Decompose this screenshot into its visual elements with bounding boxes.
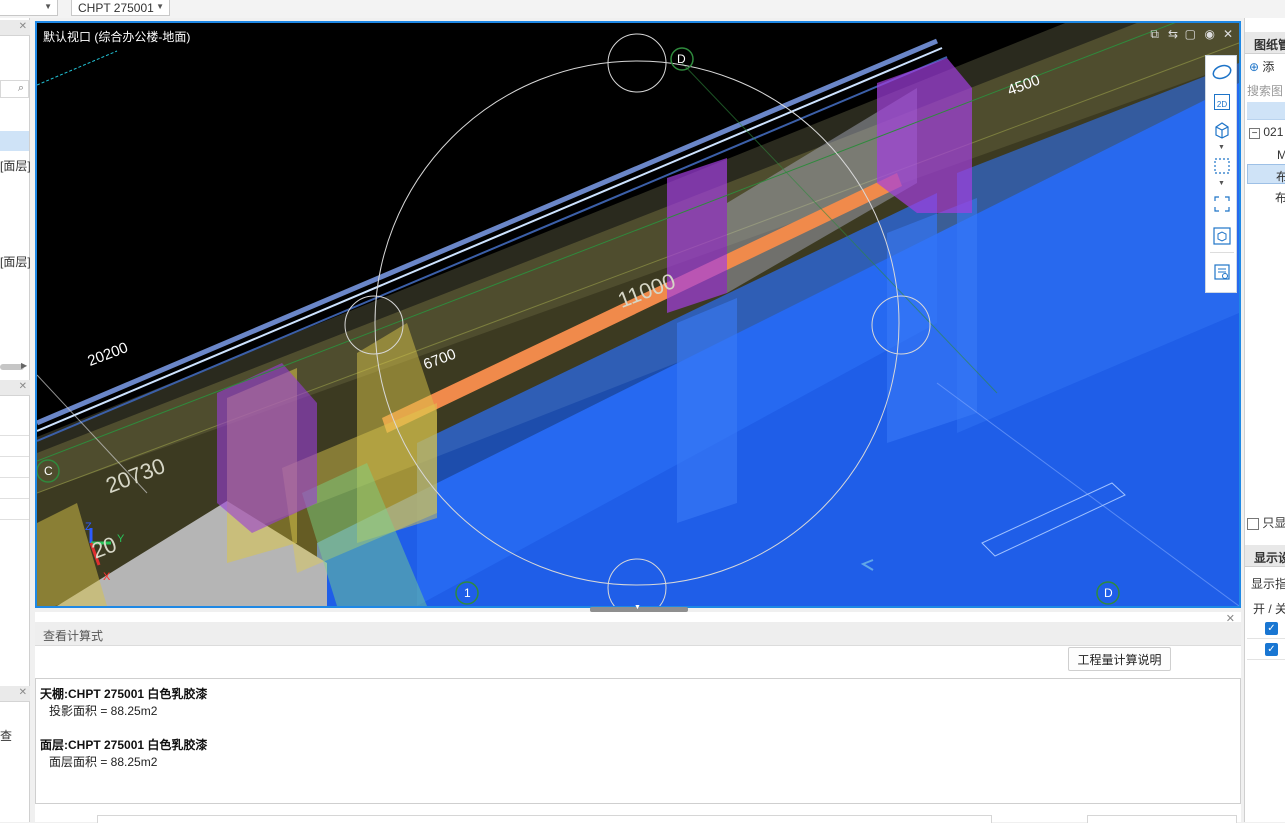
close-icon[interactable]: ✕ xyxy=(1223,27,1233,41)
gizmo-label-z: Z xyxy=(85,521,92,533)
left-panel-header-3: ✕ xyxy=(0,686,30,702)
right-panel: 图纸管 ⊕ 添 搜索图 − 021 M 布 布 只显 显示设 显示指 开 / 关… xyxy=(1244,18,1285,822)
only-show-label: 只显 xyxy=(1262,516,1285,530)
display-row-1: ✓ xyxy=(1247,618,1285,639)
purple-column-3 xyxy=(217,363,317,533)
tree-node-selected[interactable]: 布 xyxy=(1247,164,1285,184)
formula-title: 面层:CHPT 275001 白色乳胶漆 xyxy=(40,738,208,752)
display-settings-header: 显示设 xyxy=(1245,545,1285,567)
formula-line: 面层面积 = 88.25m2 xyxy=(49,755,158,769)
chevron-down-icon[interactable]: ▼ xyxy=(1218,180,1225,187)
tree-node-m[interactable]: M xyxy=(1277,148,1285,162)
formula-spacer xyxy=(40,719,1236,736)
gizmo-label-x: X xyxy=(103,571,111,583)
toolbar-divider xyxy=(1210,252,1234,253)
selected-tree-row[interactable] xyxy=(0,131,29,151)
calc-explanation-button[interactable]: 工程量计算说明 xyxy=(1068,647,1171,671)
orbit-icon[interactable] xyxy=(1210,60,1234,84)
chevron-down-icon[interactable]: ▼ xyxy=(1218,144,1225,151)
2d-view-icon[interactable]: 2D xyxy=(1210,90,1234,114)
blue-column-2 xyxy=(887,198,977,443)
left-search-input[interactable]: ⌕ xyxy=(0,80,29,98)
view-toolbar: 2D ▼ ▼ xyxy=(1205,55,1237,293)
axis-label-c: C xyxy=(44,464,53,478)
formula-content: 天棚:CHPT 275001 白色乳胶漆 投影面积 = 88.25m2 面层:C… xyxy=(35,678,1241,804)
left-grid xyxy=(0,415,29,539)
close-icon[interactable]: ✕ xyxy=(19,21,27,32)
selection-box-icon[interactable] xyxy=(1210,154,1234,178)
search-icon: ⌕ xyxy=(17,82,24,94)
close-icon[interactable]: ✕ xyxy=(1226,612,1235,625)
cube-view-icon[interactable] xyxy=(1210,224,1234,248)
formula-line: 投影面积 = 88.25m2 xyxy=(49,704,158,718)
add-icon: ⊕ xyxy=(1249,60,1260,74)
blue-column xyxy=(677,298,737,523)
chevron-down-icon[interactable]: ▼ xyxy=(634,604,641,611)
left-panel-header: ✕ xyxy=(0,20,30,36)
viewport-title: 默认视口 (综合办公楼-地面) xyxy=(43,30,191,44)
component-combo-value: CHPT 275001 xyxy=(78,1,154,15)
left-panel: ✕ ⌕ [面层] [面层] ▶ ✕ ✕ 查 xyxy=(0,18,31,822)
close-icon[interactable]: ✕ xyxy=(19,687,27,698)
drawing-manager-header: 图纸管 xyxy=(1245,32,1285,54)
left-item-2[interactable]: [面层] xyxy=(0,253,31,270)
formula-panel-title: 查看计算式 xyxy=(43,629,104,643)
axis-label-d-bottom: D xyxy=(1104,586,1113,600)
chevron-down-icon: ▼ xyxy=(156,2,164,11)
3d-box-icon[interactable] xyxy=(1210,118,1234,142)
view-handle-top[interactable] xyxy=(607,33,667,93)
drawing-search-input[interactable]: 搜索图 xyxy=(1247,82,1283,99)
toggle-column-header: 开 / 关 xyxy=(1253,602,1285,616)
display-row-2: ✓ xyxy=(1247,639,1285,660)
left-panel-header-2: ✕ xyxy=(0,380,30,396)
formula-title: 天棚:CHPT 275001 白色乳胶漆 xyxy=(40,687,208,701)
left-item-1[interactable]: [面层] xyxy=(0,157,31,174)
formula-panel: 查看计算式 ✕ 工程量计算说明 天棚:CHPT 275001 白色乳胶漆 投影面… xyxy=(35,612,1241,823)
maximize-icon[interactable]: ▢ xyxy=(1185,27,1196,41)
collapse-icon[interactable]: − xyxy=(1249,128,1260,139)
top-toolbar: ▼ CHPT 275001 ▼ xyxy=(0,0,1285,18)
gizmo-label-y: Y xyxy=(117,533,125,545)
only-show-checkbox[interactable]: 只显 xyxy=(1247,514,1285,531)
3d-viewport[interactable]: 默认视口 (综合办公楼-地面) ⧉ ⇆ ▢ ◉ ✕ 20200 20730 67… xyxy=(35,21,1241,608)
axis-label-1: 1 xyxy=(464,586,471,600)
chevron-down-icon: ▼ xyxy=(44,2,52,11)
component-combo[interactable]: CHPT 275001 ▼ xyxy=(71,0,170,16)
tree-header-row xyxy=(1247,102,1285,120)
add-drawing-label: 添 xyxy=(1262,60,1275,74)
checkbox-checked-icon[interactable]: ✓ xyxy=(1265,622,1278,635)
checkbox-checked-icon[interactable]: ✓ xyxy=(1265,643,1278,656)
dashed-line xyxy=(37,50,118,86)
tree-node-root[interactable]: − 021 xyxy=(1249,125,1283,139)
scene-canvas[interactable] xyxy=(37,23,1239,606)
close-icon[interactable]: ✕ xyxy=(19,381,27,392)
add-drawing-button[interactable]: ⊕ 添 xyxy=(1249,58,1274,75)
eye-icon[interactable]: ◉ xyxy=(1205,27,1215,41)
tree-node-label: 021 xyxy=(1263,125,1284,139)
purple-column-2 xyxy=(877,58,972,213)
fullscreen-icon[interactable] xyxy=(1210,192,1234,216)
left-item-3[interactable]: 查 xyxy=(0,727,12,744)
checkbox-icon[interactable] xyxy=(1247,517,1259,530)
swap-icon[interactable]: ⇆ xyxy=(1168,27,1178,41)
tree-node-b[interactable]: 布 xyxy=(1275,189,1285,206)
2d-view-label: 2D xyxy=(1213,94,1231,110)
display-indicator-label: 显示指 xyxy=(1251,577,1285,591)
properties-icon[interactable] xyxy=(1210,260,1234,284)
tree-node-label: 布 xyxy=(1276,168,1285,185)
scroll-right-icon[interactable]: ▶ xyxy=(21,361,27,370)
layer-combo[interactable]: ▼ xyxy=(0,0,58,16)
formula-panel-header: 查看计算式 ✕ xyxy=(35,613,1241,646)
axis-label-d-top: D xyxy=(677,52,686,66)
pop-out-icon[interactable]: ⧉ xyxy=(1150,27,1159,42)
